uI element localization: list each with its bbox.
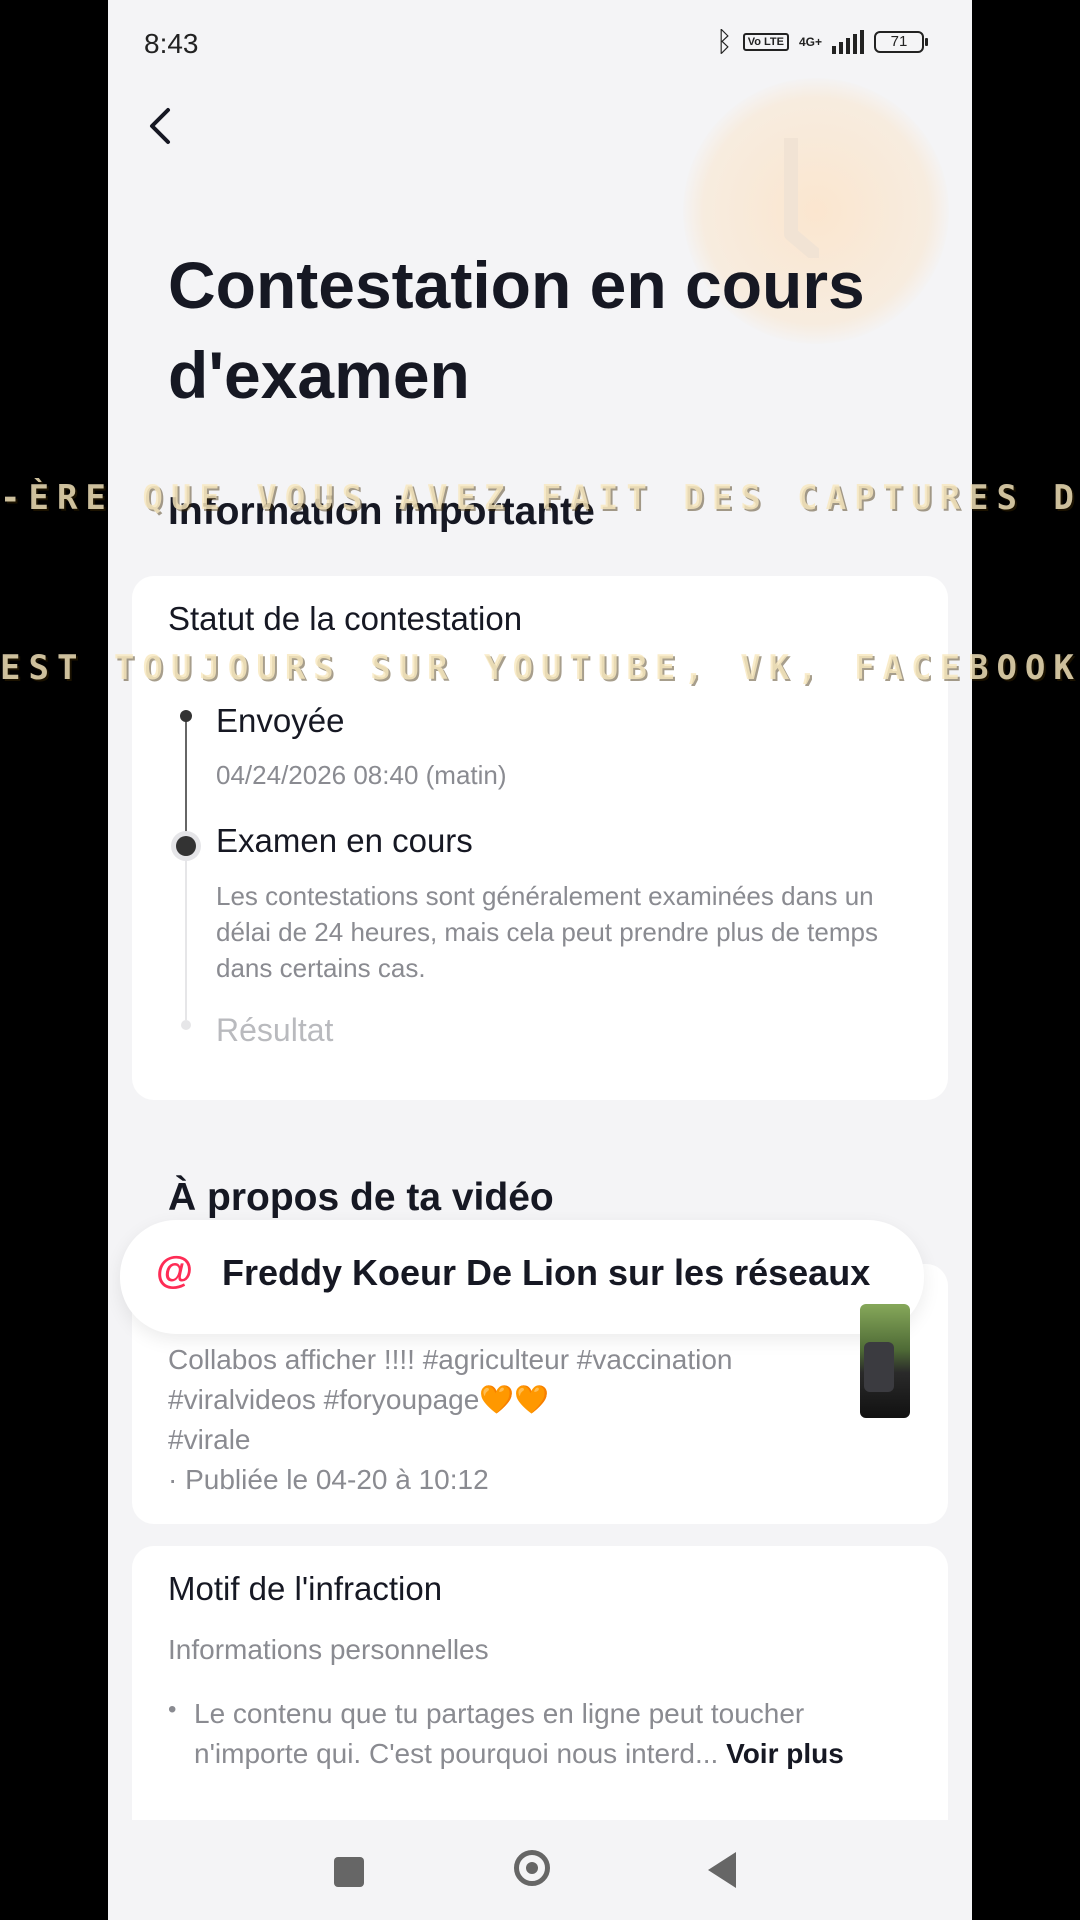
recents-icon[interactable] [334, 1857, 364, 1887]
video-thumbnail[interactable] [860, 1304, 910, 1418]
phone-screen: 8:43 ᛒ Vo LTE 4G+ 71 Contestation en cou… [108, 0, 972, 1920]
video-caption: Collabos afficher !!!! #agriculteur #vac… [168, 1344, 733, 1415]
signal-icon [832, 30, 864, 54]
status-card-title: Statut de la contestation [168, 600, 523, 637]
page-title: Contestation en cours d'examen [168, 248, 865, 412]
mention-popup[interactable]: @ Freddy Koeur De Lion sur les réseaux [120, 1220, 924, 1334]
mention-popup-text: Freddy Koeur De Lion sur les réseaux [222, 1252, 871, 1293]
back-arrow-icon[interactable] [140, 104, 184, 148]
step-dot-reviewing [176, 836, 196, 856]
heart-emoji: 🧡🧡 [479, 1384, 550, 1415]
video-section-heading: À propos de ta vidéo [168, 1176, 554, 1219]
step-dot-result [181, 1020, 191, 1030]
infraction-type: Informations personnelles [168, 1634, 489, 1665]
video-overlay-text-1: -ÈRE QUE VOUS AVEZ FAIT DES CAPTURES D'É [0, 478, 1080, 518]
step-reviewing-description: Les contestations sont généralement exam… [216, 881, 878, 983]
home-icon[interactable] [514, 1850, 550, 1886]
video-description: Collabos afficher !!!! #agriculteur #vac… [168, 1340, 828, 1500]
timeline-line-pending [185, 860, 187, 1020]
infraction-title: Motif de l'infraction [168, 1570, 443, 1607]
system-nav-bar [108, 1820, 972, 1920]
battery-icon: 71 [874, 31, 928, 53]
volte-icon: Vo LTE [742, 33, 789, 51]
step-sent-label: Envoyée [216, 702, 345, 739]
step-sent-date: 04/24/2026 08:40 (matin) [216, 760, 507, 790]
bluetooth-icon: ᛒ [715, 26, 733, 57]
see-more-link[interactable]: Voir plus [726, 1738, 844, 1769]
status-icons: ᛒ Vo LTE 4G+ 71 [715, 26, 928, 58]
infraction-text: Le contenu que tu partages en ligne peut… [194, 1698, 805, 1769]
status-bar: 8:43 ᛒ Vo LTE 4G+ 71 [108, 0, 972, 90]
step-result-label: Résultat [216, 1012, 334, 1048]
status-time: 8:43 [144, 28, 199, 59]
video-overlay-text-2: EST TOUJOURS SUR YOUTUBE, VK, FACEBOOK E… [0, 648, 1080, 688]
infraction-body: Le contenu que tu partages en ligne peut… [194, 1694, 884, 1774]
video-tag: #virale [168, 1424, 251, 1455]
network-type: 4G+ [798, 34, 822, 49]
step-dot-sent [180, 710, 192, 722]
timeline-line-done [185, 716, 187, 832]
nav-back-icon[interactable] [708, 1852, 736, 1888]
at-mention-icon: @ [156, 1250, 194, 1292]
video-published-date: · Publiée le 04-20 à 10:12 [168, 1464, 489, 1495]
step-reviewing-label: Examen en cours [216, 822, 473, 859]
bullet-icon: • [168, 1696, 177, 1723]
